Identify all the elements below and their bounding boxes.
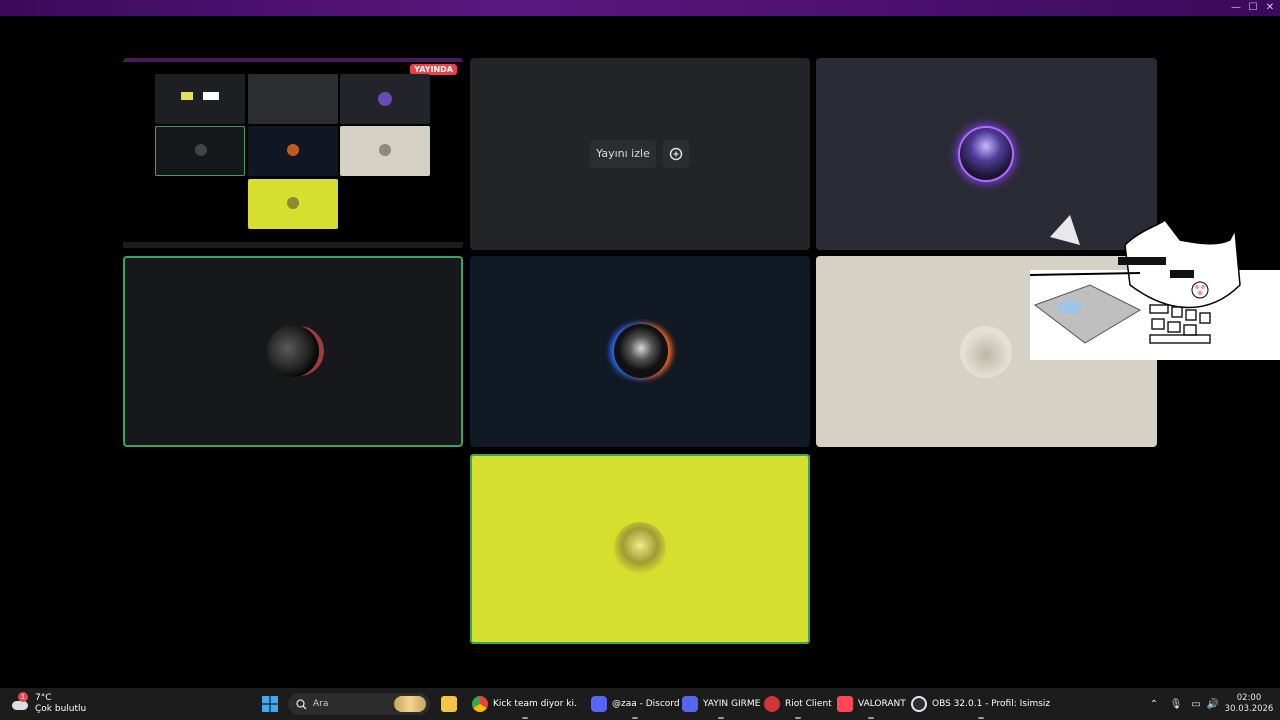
watch-stream-button[interactable]: Yayını izle (590, 140, 656, 168)
taskbar-app-chrome[interactable]: Kick team diyor ki... - Go (472, 688, 578, 720)
clock[interactable]: 02:00 30.03.2026 (1224, 688, 1274, 720)
participant-avatar (960, 326, 1012, 378)
running-indicator (632, 717, 639, 719)
taskbar-search[interactable]: Ara (288, 693, 430, 715)
window-title-bar (0, 0, 1280, 16)
participant-avatar (267, 325, 319, 377)
running-indicator (718, 717, 725, 719)
weather-desc: Çok bulutlu (35, 704, 87, 714)
taskbar-app-obs[interactable]: OBS 32.0.1 - Profil: İsimsiz (911, 688, 1050, 720)
search-icon (296, 698, 307, 709)
discord-icon (682, 696, 698, 712)
participant-tile-5[interactable] (470, 454, 810, 644)
valorant-icon (837, 696, 853, 712)
start-button[interactable] (262, 688, 278, 720)
clock-date: 30.03.2026 (1224, 704, 1274, 714)
share-top-strip (123, 58, 463, 62)
running-indicator (868, 717, 875, 719)
taskbar-app-valorant[interactable]: VALORANT (837, 688, 906, 720)
bongo-cat-overlay (1029, 215, 1280, 360)
obs-icon (911, 696, 927, 712)
windows-taskbar: 1 7°C Çok bulutlu Ara Kick team diyor ki… (0, 688, 1280, 720)
close-icon[interactable]: ✕ (1260, 0, 1280, 16)
windows-logo-icon (262, 696, 278, 712)
taskbar-app-discord-call[interactable]: YAYIN GİRME (682, 688, 760, 720)
participant-avatar (960, 128, 1012, 180)
show-hidden-icons-button[interactable]: ⌃ (1146, 688, 1162, 720)
chevron-up-icon: ⌃ (1149, 698, 1159, 710)
mini-tile-watch (248, 74, 338, 124)
participant-tile-3[interactable] (470, 256, 810, 447)
taskbar-app-label: OBS 32.0.1 - Profil: İsimsiz (932, 699, 1051, 709)
mini-taskbar (123, 242, 463, 248)
weather-temp: 7°C (35, 693, 52, 703)
file-explorer-button[interactable] (441, 688, 457, 720)
screen-share-tile[interactable]: YAYINDA (123, 58, 463, 250)
weather-badge: 1 (18, 692, 28, 702)
mini-tile-avatar-2 (155, 126, 245, 176)
search-placeholder: Ara (313, 699, 329, 709)
participant-tile-2[interactable] (123, 256, 463, 447)
taskbar-app-riot[interactable]: Riot Client (764, 688, 832, 720)
volume-icon[interactable]: 🔊 (1205, 688, 1221, 720)
taskbar-app-label: VALORANT (858, 699, 906, 709)
mini-tile-avatar-4 (340, 126, 430, 176)
network-icon[interactable]: ▭ (1188, 688, 1204, 720)
popout-stream-button[interactable] (663, 140, 689, 168)
riot-client-icon (764, 696, 780, 712)
clock-time: 02:00 (1236, 693, 1262, 703)
running-indicator (794, 717, 801, 719)
mini-tile-share (155, 74, 245, 124)
chrome-icon (472, 696, 488, 712)
weather-widget[interactable]: 1 7°C Çok bulutlu (10, 688, 86, 720)
taskbar-app-discord[interactable]: @zaa - Discord (591, 688, 680, 720)
folder-icon (441, 696, 457, 712)
microphone-icon[interactable]: 🎙 (1168, 688, 1184, 720)
participant-avatar (614, 324, 668, 378)
popout-icon (669, 147, 683, 161)
cloud-icon: 1 (10, 692, 30, 714)
running-indicator (522, 717, 528, 719)
mini-tile-avatar-5 (248, 179, 338, 229)
taskbar-app-label: Kick team diyor ki... - Go (493, 699, 578, 709)
search-highlight-image (394, 696, 426, 712)
taskbar-app-label: @zaa - Discord (612, 699, 680, 709)
discord-icon (591, 696, 607, 712)
participant-avatar (614, 522, 666, 574)
mini-tile-avatar-1 (340, 74, 430, 124)
taskbar-app-label: YAYIN GİRME (703, 699, 761, 709)
taskbar-app-label: Riot Client (785, 699, 832, 709)
running-indicator (977, 717, 984, 719)
mini-tile-avatar-3 (248, 126, 338, 176)
